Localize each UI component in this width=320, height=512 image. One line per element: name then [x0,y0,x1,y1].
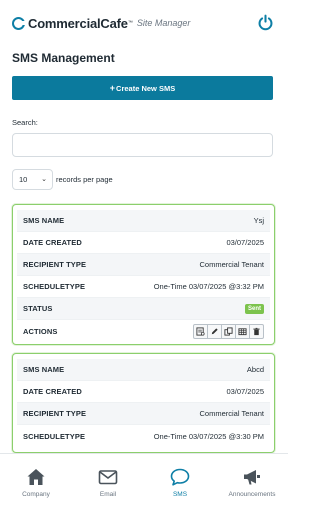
chat-bubble-icon [170,468,190,486]
schedule-type-key: SCHEDULETYPE [23,282,86,291]
row-sms-name: SMS NAME Abcd [17,359,270,381]
row-status: STATUS Sent [17,298,270,320]
sms-record-card: SMS NAME Abcd DATE CREATED 03/07/2025 RE… [12,353,275,453]
actions-key: ACTIONS [23,326,58,336]
delete-button[interactable] [249,323,264,339]
table-icon [238,327,247,335]
row-schedule-type: SCHEDULETYPE One-Time 03/07/2025 @3:32 P… [17,276,270,298]
edit-icon [211,327,218,334]
schedule-type-value: One-Time 03/07/2025 @3:32 PM [153,282,264,291]
nav-item-company[interactable]: Company [0,454,72,512]
schedule-type-key: SCHEDULETYPE [23,431,86,441]
create-new-sms-button[interactable]: + Create New SMS [12,76,273,100]
delete-icon [253,327,260,335]
plus-icon: + [109,83,116,93]
envelope-icon [98,470,118,485]
sms-name-value: Abcd [246,365,264,374]
row-sms-name: SMS NAME Ysj [17,210,270,232]
bottom-nav: Company Email SMS Announcements [0,453,288,512]
brand-name: CommercialCafe [28,15,128,31]
row-schedule-type: SCHEDULETYPE One-Time 03/07/2025 @3:30 P… [17,425,270,447]
recipient-type-key: RECIPIENT TYPE [23,409,87,418]
power-logout-icon[interactable] [257,14,274,31]
view-button[interactable] [193,323,208,339]
row-date-created: DATE CREATED 03/07/2025 [17,232,270,254]
action-button-group [193,323,264,339]
nav-label-company: Company [22,491,50,498]
brand-subtitle: Site Manager [136,18,191,28]
table-button[interactable] [235,323,250,339]
edit-button[interactable] [207,323,222,339]
records-per-page-value: 10 [19,175,28,184]
search-label: Search: [12,118,38,127]
home-icon [27,469,45,485]
row-recipient-type: RECIPIENT TYPE Commercial Tenant [17,403,270,425]
status-badge: Sent [244,303,264,314]
row-recipient-type: RECIPIENT TYPE Commercial Tenant [17,254,270,276]
row-date-created: DATE CREATED 03/07/2025 [17,381,270,403]
schedule-type-value: One-Time 03/07/2025 @3:30 PM [153,431,264,441]
date-created-value: 03/07/2025 [226,387,264,396]
brand-trademark: ™ [127,20,133,26]
page-title: SMS Management [12,51,115,65]
recipient-type-key: RECIPIENT TYPE [23,260,87,269]
nav-label-announcements: Announcements [228,491,276,498]
chevron-down-icon: ⌄ [41,176,47,183]
recipient-type-value: Commercial Tenant [199,409,264,418]
copy-button[interactable] [221,323,236,339]
records-per-page-label: records per page [56,175,113,184]
sms-name-value: Ysj [253,216,264,225]
date-created-key: DATE CREATED [23,238,82,247]
date-created-key: DATE CREATED [23,387,82,396]
sms-name-key: SMS NAME [23,365,65,374]
date-created-value: 03/07/2025 [226,238,264,247]
brand-logo-icon [12,16,26,30]
megaphone-icon [244,470,260,485]
row-actions: ACTIONS [17,320,270,342]
copy-icon [224,326,233,336]
records-per-page-select[interactable]: 10 ⌄ [12,169,53,190]
recipient-type-value: Commercial Tenant [199,260,264,269]
nav-item-sms[interactable]: SMS [144,454,216,512]
search-input[interactable] [12,133,273,157]
create-new-sms-label: Create New SMS [116,83,176,93]
view-icon [196,326,205,336]
app-header: CommercialCafe ™ Site Manager [0,0,288,46]
sms-record-card: SMS NAME Ysj DATE CREATED 03/07/2025 REC… [12,204,275,345]
status-key: STATUS [23,304,53,313]
nav-item-announcements[interactable]: Announcements [216,454,288,512]
nav-label-sms: SMS [172,491,188,498]
nav-item-email[interactable]: Email [72,454,144,512]
sms-name-key: SMS NAME [23,216,65,225]
nav-label-email: Email [99,491,117,498]
